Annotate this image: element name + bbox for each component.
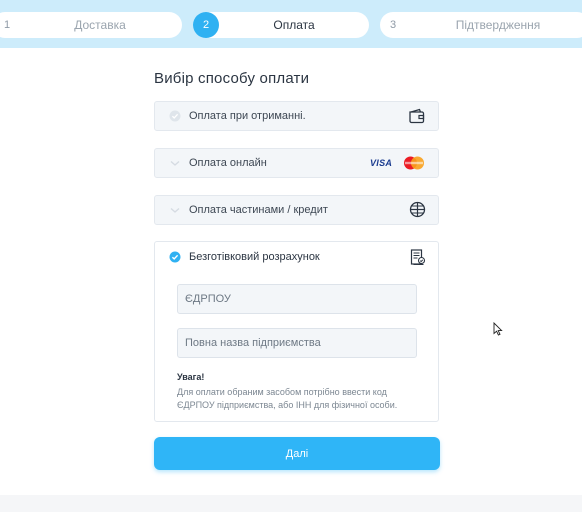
check-circle-icon	[169, 110, 181, 122]
payment-option-cash-on-delivery[interactable]: Оплата при отриманні.	[154, 101, 439, 131]
wallet-icon	[409, 108, 425, 124]
step-delivery[interactable]: 1 Доставка	[0, 12, 182, 38]
payment-option-installments[interactable]: Оплата частинами / кредит	[154, 195, 439, 225]
edrpou-field[interactable]	[177, 284, 417, 314]
mouse-cursor-icon	[493, 322, 503, 336]
card-logos: VISA	[370, 156, 426, 172]
checkout-stepper: 1 Доставка 2 Оплата 3 Підтвердження	[0, 0, 582, 48]
step-number: 3	[389, 19, 397, 31]
option-label: Оплата при отриманні.	[189, 110, 306, 122]
step-label: Оплата	[273, 18, 315, 32]
warning-text: Для оплати обраним засобом потрібно ввес…	[177, 387, 398, 410]
check-circle-icon	[169, 251, 181, 263]
page-title: Вибір способу оплати	[154, 70, 310, 87]
step-number: 2	[193, 12, 219, 38]
payment-option-bank-transfer: Безготівковий розрахунок Увага! Для опла…	[154, 241, 439, 422]
invoice-icon	[410, 249, 426, 265]
step-payment[interactable]: 2 Оплата	[193, 12, 369, 38]
option-label: Оплата частинами / кредит	[189, 204, 328, 216]
option-label: Оплата онлайн	[189, 157, 267, 169]
step-confirmation[interactable]: 3 Підтвердження	[380, 12, 582, 38]
footer-band	[0, 495, 582, 512]
option-label: Безготівковий розрахунок	[189, 251, 320, 263]
option-header[interactable]: Безготівковий розрахунок	[155, 242, 438, 272]
mastercard-logo	[404, 156, 424, 170]
step-label: Доставка	[74, 18, 126, 32]
next-button[interactable]: Далі	[154, 437, 440, 470]
step-label: Підтвердження	[455, 18, 541, 32]
company-name-field[interactable]	[177, 328, 417, 358]
chevron-down-icon	[170, 207, 180, 213]
chevron-down-icon	[170, 160, 180, 166]
globe-grid-icon	[409, 201, 426, 218]
payment-option-online[interactable]: Оплата онлайн VISA	[154, 148, 439, 178]
visa-logo: VISA	[370, 158, 393, 168]
warning-title: Увага!	[177, 372, 205, 382]
